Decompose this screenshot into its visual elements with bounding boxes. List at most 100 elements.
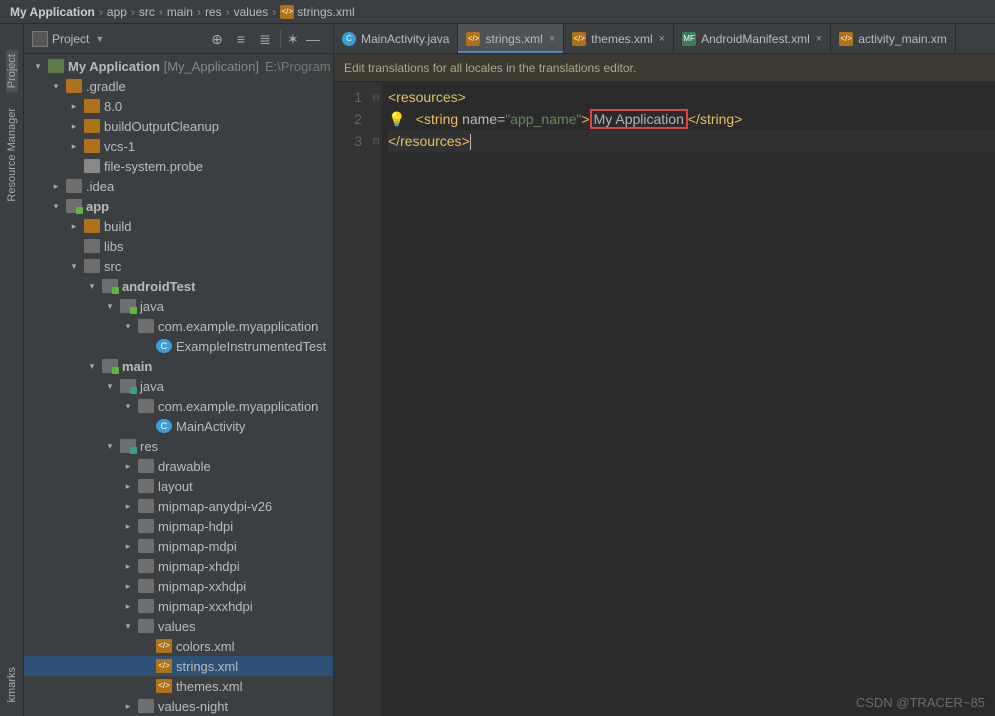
breadcrumb-item[interactable]: res — [205, 5, 222, 19]
folder-icon — [138, 459, 154, 473]
tab-themes[interactable]: </>themes.xml× — [564, 24, 674, 53]
fold-icon[interactable]: ⊟ — [370, 86, 382, 108]
editor-tabs: CMainActivity.java </>strings.xml× </>th… — [334, 24, 995, 54]
project-view-selector[interactable]: Project ▼ — [32, 31, 104, 47]
folder-icon — [66, 179, 82, 193]
tab-mainactivity[interactable]: CMainActivity.java — [334, 24, 458, 53]
watermark: CSDN @TRACER~85 — [856, 695, 985, 710]
rail-tab-project[interactable]: Project — [6, 50, 18, 92]
project-icon — [32, 31, 48, 47]
chevron-down-icon: ▼ — [95, 34, 104, 44]
folder-icon — [138, 559, 154, 573]
tree-folder[interactable]: ▾java — [24, 296, 333, 316]
tree-folder[interactable]: ▸.idea — [24, 176, 333, 196]
tree-package[interactable]: ▾com.example.myapplication — [24, 396, 333, 416]
tree-folder[interactable]: ▸mipmap-xxxhdpi — [24, 596, 333, 616]
src-folder-icon — [102, 359, 118, 373]
tree-class[interactable]: CExampleInstrumentedTest — [24, 336, 333, 356]
project-panel-header: Project ▼ ⊕ ≡ ≣ ✶ — — [24, 24, 333, 54]
package-icon — [138, 399, 154, 413]
xml-icon: </> — [839, 32, 853, 46]
tree-folder-values[interactable]: ▾values — [24, 616, 333, 636]
text-caret — [470, 134, 471, 150]
intention-bulb-icon[interactable]: 💡 — [388, 108, 402, 130]
settings-icon[interactable]: ✶ — [280, 30, 298, 48]
breadcrumb-item[interactable]: app — [107, 5, 127, 19]
tree-folder[interactable]: ▸values-night — [24, 696, 333, 716]
editor-area: CMainActivity.java </>strings.xml× </>th… — [334, 24, 995, 716]
java-icon: C — [342, 32, 356, 46]
editor-banner[interactable]: Edit translations for all locales in the… — [334, 54, 995, 82]
tree-folder[interactable]: ▾src — [24, 256, 333, 276]
file-icon — [84, 159, 100, 173]
breadcrumb-item[interactable]: values — [234, 5, 269, 19]
line-number-gutter: 1 2 3 — [334, 82, 370, 716]
tab-strings[interactable]: </>strings.xml× — [458, 24, 564, 53]
close-icon[interactable]: × — [816, 33, 822, 45]
tree-folder[interactable]: ▸mipmap-mdpi — [24, 536, 333, 556]
tree-folder[interactable]: ▸8.0 — [24, 96, 333, 116]
class-icon: C — [156, 339, 172, 353]
tree-folder-main[interactable]: ▾main — [24, 356, 333, 376]
tree-folder-app[interactable]: ▾app — [24, 196, 333, 216]
project-root[interactable]: ▾My Application [My_Application]E:\Progr… — [24, 56, 333, 76]
module-folder-icon — [66, 199, 82, 213]
code-editor[interactable]: 1 2 3 ⊟ ⊟ <resources> 💡 <string name="ap… — [334, 82, 995, 716]
tool-window-rail: Project Resource Manager kmarks — [0, 24, 24, 716]
folder-icon — [84, 219, 100, 233]
folder-icon — [66, 79, 82, 93]
project-tree[interactable]: ▾My Application [My_Application]E:\Progr… — [24, 54, 333, 716]
tree-folder[interactable]: ▸layout — [24, 476, 333, 496]
code-body[interactable]: <resources> 💡 <string name="app_name">My… — [382, 82, 995, 716]
hide-icon[interactable]: — — [304, 30, 322, 48]
tree-file[interactable]: file-system.probe — [24, 156, 333, 176]
breadcrumb-root[interactable]: My Application — [10, 5, 95, 19]
tree-folder-androidtest[interactable]: ▾androidTest — [24, 276, 333, 296]
rail-tab-resource-manager[interactable]: Resource Manager — [6, 104, 18, 206]
test-folder-icon — [102, 279, 118, 293]
tree-file-strings[interactable]: </>strings.xml — [24, 656, 333, 676]
tree-folder[interactable]: ▸mipmap-xxhdpi — [24, 576, 333, 596]
tree-folder[interactable]: ▸mipmap-anydpi-v26 — [24, 496, 333, 516]
tree-folder[interactable]: libs — [24, 236, 333, 256]
tree-folder[interactable]: ▾java — [24, 376, 333, 396]
breadcrumb-file[interactable]: </>strings.xml — [280, 5, 354, 19]
breadcrumb-item[interactable]: src — [139, 5, 155, 19]
tab-manifest[interactable]: MFAndroidManifest.xml× — [674, 24, 831, 53]
tree-file[interactable]: </>themes.xml — [24, 676, 333, 696]
folder-icon — [84, 119, 100, 133]
folder-icon — [138, 699, 154, 713]
folder-icon — [84, 99, 100, 113]
tree-folder[interactable]: ▸vcs-1 — [24, 136, 333, 156]
src-folder-icon — [120, 299, 136, 313]
tree-file[interactable]: </>colors.xml — [24, 636, 333, 656]
folder-icon — [84, 139, 100, 153]
tree-folder[interactable]: ▸mipmap-hdpi — [24, 516, 333, 536]
folder-icon — [138, 519, 154, 533]
tree-folder[interactable]: ▸build — [24, 216, 333, 236]
manifest-icon: MF — [682, 32, 696, 46]
xml-icon: </> — [466, 32, 480, 46]
app-name-value: My Application — [590, 109, 688, 129]
tree-class[interactable]: CMainActivity — [24, 416, 333, 436]
close-icon[interactable]: × — [659, 33, 665, 45]
close-icon[interactable]: × — [549, 33, 555, 45]
src-folder-icon — [120, 379, 136, 393]
folder-icon — [138, 619, 154, 633]
collapse-icon[interactable]: ≣ — [256, 30, 274, 48]
tree-folder[interactable]: ▸buildOutputCleanup — [24, 116, 333, 136]
breadcrumb-item[interactable]: main — [167, 5, 193, 19]
rail-tab-bookmarks[interactable]: kmarks — [6, 663, 18, 706]
tree-folder[interactable]: ▸mipmap-xhdpi — [24, 556, 333, 576]
tree-package[interactable]: ▾com.example.myapplication — [24, 316, 333, 336]
tree-folder-res[interactable]: ▾res — [24, 436, 333, 456]
tree-folder[interactable]: ▾.gradle — [24, 76, 333, 96]
xml-icon: </> — [156, 659, 172, 673]
folder-icon — [84, 259, 100, 273]
fold-icon[interactable]: ⊟ — [370, 130, 382, 152]
expand-icon[interactable]: ≡ — [232, 30, 250, 48]
locate-icon[interactable]: ⊕ — [208, 30, 226, 48]
fold-gutter: ⊟ ⊟ — [370, 82, 382, 716]
tree-folder[interactable]: ▸drawable — [24, 456, 333, 476]
tab-activity-main[interactable]: </>activity_main.xm — [831, 24, 956, 53]
